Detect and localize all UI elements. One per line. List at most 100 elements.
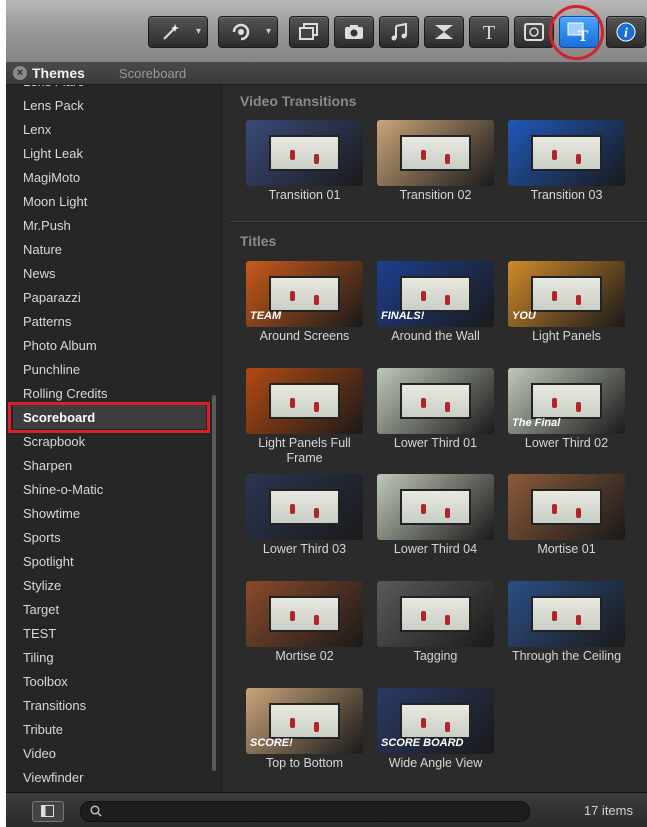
thumbnail-image: SCORE! (246, 688, 363, 754)
maps-icon (524, 23, 544, 41)
thumbnail-image (377, 474, 494, 540)
voiceover-button[interactable]: ▾ (218, 16, 278, 48)
sidebar-item[interactable]: Target (23, 602, 59, 617)
transitions-button[interactable] (424, 16, 464, 48)
sidebar-item[interactable]: Rolling Credits (23, 386, 108, 401)
breadcrumb: × Themes Scoreboard (6, 62, 647, 85)
thumbnail-image (508, 581, 625, 647)
transitions-icon (435, 25, 453, 39)
magic-wand-button[interactable]: ▾ (148, 16, 208, 48)
sidebar-item[interactable]: Tiling (23, 650, 54, 665)
search-field[interactable] (80, 801, 530, 822)
sidebar-item[interactable]: Lenx (23, 122, 51, 137)
thumbnail-image (508, 120, 625, 186)
sidebar-item[interactable]: Mr.Push (23, 218, 71, 233)
thumbnail-graphic-text: TEAM (250, 310, 282, 322)
info-button[interactable]: i (606, 16, 646, 48)
tile-label: Mortise 02 (275, 649, 334, 663)
tile-label: Wide Angle View (388, 756, 483, 770)
sidebar-item[interactable]: Lens Flare (23, 85, 84, 89)
thumbnail-image (377, 368, 494, 434)
thumbnail-image: YOU (508, 261, 625, 327)
thumbnail-image: FINALS! (377, 261, 494, 327)
music-note-icon (391, 23, 407, 41)
text-t-icon: T (483, 22, 495, 42)
sidebar-item[interactable]: Moon Light (23, 194, 87, 209)
tile-label: Lower Third 03 (262, 542, 347, 556)
generators-button[interactable] (514, 16, 554, 48)
thumbnail-graphic-text: SCORE BOARD (381, 737, 464, 749)
sidebar-toggle-icon (41, 805, 54, 817)
breadcrumb-title[interactable]: Themes (32, 65, 85, 81)
sidebar-item[interactable]: Showtime (23, 506, 80, 521)
sidebar-item[interactable]: Light Leak (23, 146, 83, 161)
toggle-sidebar-button[interactable] (32, 801, 64, 822)
clips-icon (299, 23, 318, 40)
tile-label: Top to Bottom (265, 756, 344, 770)
sidebar-item[interactable]: Photo Album (23, 338, 97, 353)
tile-label: Lower Third 01 (393, 436, 478, 450)
annotation-circle (549, 5, 604, 60)
thumbnail-image (246, 120, 363, 186)
tile-label: Transition 02 (399, 188, 472, 202)
thumbnail-graphic-text: YOU (512, 310, 536, 322)
thumbnail-graphic-text: The Final (512, 417, 561, 429)
tile-label: Lower Third 04 (393, 542, 478, 556)
sidebar-item[interactable]: Tribute (23, 722, 63, 737)
toolbar: ▾ ▾ T T i (6, 0, 647, 63)
search-icon (90, 805, 102, 817)
sidebar-item[interactable]: Nature (23, 242, 62, 257)
sidebar-item[interactable]: Patterns (23, 314, 71, 329)
tile-label: Through the Ceiling (511, 649, 622, 663)
sidebar-item[interactable]: Scrapbook (23, 434, 85, 449)
sidebar-item[interactable]: Spotlight (23, 554, 74, 569)
section-divider (230, 221, 647, 223)
sidebar-scrollbar[interactable] (212, 395, 216, 771)
clips-button[interactable] (289, 16, 329, 48)
thumbnail-image (246, 474, 363, 540)
thumbnail-image: The Final (508, 368, 625, 434)
section-heading-transitions: Video Transitions (240, 93, 357, 109)
sidebar-item[interactable]: Video (23, 746, 56, 761)
tile-label: Transition 01 (268, 188, 341, 202)
sidebar-item[interactable]: Lens Pack (23, 98, 84, 113)
svg-text:T: T (483, 22, 495, 42)
sidebar-item[interactable]: Sharpen (23, 458, 72, 473)
svg-text:i: i (624, 26, 628, 41)
sidebar-item[interactable]: Stylize (23, 578, 61, 593)
close-icon[interactable]: × (13, 66, 27, 80)
thumbnail-image (246, 368, 363, 434)
titles-button[interactable]: T (469, 16, 509, 48)
tile-label: Mortise 01 (537, 542, 596, 556)
sidebar-item[interactable]: News (23, 266, 56, 281)
breadcrumb-subtitle: Scoreboard (119, 66, 187, 81)
tile-label: Around the Wall (391, 329, 480, 343)
sidebar-item[interactable]: TEST (23, 626, 56, 641)
chevron-down-icon: ▾ (265, 26, 271, 37)
tile-label: Transition 03 (530, 188, 603, 202)
tile-label: Tagging (413, 649, 458, 663)
sidebar-item[interactable]: MagiMoto (23, 170, 80, 185)
camera-icon (345, 25, 363, 39)
imovie-browser-window: ▾ ▾ T T i × Themes Scoreboard Lens Pack … (6, 0, 647, 827)
sidebar-item[interactable]: Punchline (23, 362, 80, 377)
sidebar-item[interactable]: Sports (23, 530, 61, 545)
magic-wand-icon (163, 24, 179, 40)
themes-sidebar[interactable]: Lens Flare Lens Pack Lenx Light Leak MagiMot… (6, 85, 222, 792)
tile-label: Light Panels (532, 329, 601, 343)
sidebar-item[interactable]: Paparazzi (23, 290, 81, 305)
tile-label: Around Screens (259, 329, 350, 343)
sidebar-item[interactable]: Scoreboard (23, 410, 95, 425)
thumbnail-image (508, 474, 625, 540)
thumbnail-image: TEAM (246, 261, 363, 327)
sidebar-item[interactable]: Viewfinder (23, 770, 83, 785)
tile-label: Light Panels Full Frame (258, 436, 351, 465)
photos-button[interactable] (334, 16, 374, 48)
music-button[interactable] (379, 16, 419, 48)
sidebar-item[interactable]: Shine-o-Matic (23, 482, 103, 497)
item-count: 17 items (583, 803, 633, 818)
voiceover-icon (232, 23, 250, 41)
sidebar-item[interactable]: Transitions (23, 698, 86, 713)
sidebar-item[interactable]: Toolbox (23, 674, 68, 689)
thumbnail-image (377, 581, 494, 647)
